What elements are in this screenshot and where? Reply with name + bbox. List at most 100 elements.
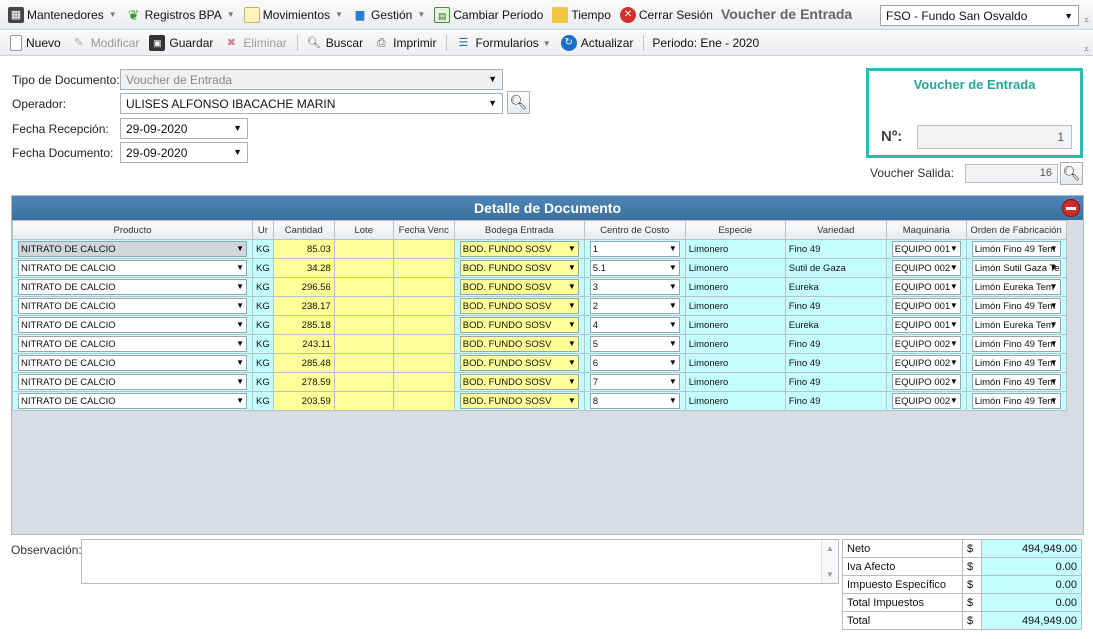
operador-select[interactable]: ULISES ALFONSO IBACACHE MARIN ▼ [120,93,503,114]
company-select[interactable]: FSO - Fundo San Osvaldo ▼ [880,5,1079,26]
maquinaria-select[interactable]: EQUIPO 002 ▼ [891,374,961,390]
column-header[interactable]: Variedad [784,220,887,240]
modificar-button[interactable]: ✎ Modificar [71,35,139,51]
bodega-select[interactable]: BOD. FUNDO SOSV ▼ [459,336,579,352]
bodega-select[interactable]: BOD. FUNDO SOSV ▼ [459,279,579,295]
orden-fabricacion-cell[interactable]: Limón Fino 49 Tem ▼ [965,372,1067,392]
table-row[interactable]: NITRATO DE CALCIO ▼ KG 285.18 BOD. FUNDO SOS… [12,315,1067,335]
column-header[interactable]: Ur [252,220,274,240]
producto-cell[interactable]: NITRATO DE CALCIO ▼ [12,239,253,259]
menu-tiempo[interactable]: Tiempo [552,6,611,23]
column-header[interactable]: Producto [12,220,253,240]
centro-costo-cell[interactable]: 4 ▼ [583,315,686,335]
centro-costo-select[interactable]: 5.1 ▼ [589,260,680,276]
fecha-venc-cell[interactable] [392,277,455,297]
maquinaria-select[interactable]: EQUIPO 002 ▼ [891,355,961,371]
bodega-cell[interactable]: BOD. FUNDO SOSV ▼ [453,277,585,297]
orden-fabricacion-cell[interactable]: Limón Sutil Gaza Te ▼ [965,258,1067,278]
bodega-cell[interactable]: BOD. FUNDO SOSV ▼ [453,239,585,259]
fecha-venc-cell[interactable] [392,296,455,316]
centro-costo-select[interactable]: 7 ▼ [589,374,680,390]
orden-fabricacion-select[interactable]: Limón Fino 49 Tem ▼ [971,241,1061,257]
orden-fabricacion-cell[interactable]: Limón Fino 49 Tem ▼ [965,296,1067,316]
menu-cambiar-periodo[interactable]: ▤ Cambiar Periodo [434,6,543,23]
bodega-cell[interactable]: BOD. FUNDO SOSV ▼ [453,372,585,392]
orden-fabricacion-cell[interactable]: Limón Fino 49 Tem ▼ [965,334,1067,354]
actualizar-button[interactable]: ↻ Actualizar [560,35,633,51]
remove-row-icon[interactable] [1062,199,1080,217]
maquinaria-select[interactable]: EQUIPO 001 ▼ [891,298,961,314]
table-row[interactable]: NITRATO DE CALCIO ▼ KG 34.28 BOD. FUNDO SOSV… [12,258,1067,278]
bodega-select[interactable]: BOD. FUNDO SOSV ▼ [459,241,579,257]
producto-select[interactable]: NITRATO DE CALCIO ▼ [18,374,247,390]
lote-cell[interactable] [333,239,394,259]
bodega-cell[interactable]: BOD. FUNDO SOSV ▼ [453,334,585,354]
lote-cell[interactable] [333,353,394,373]
fecha-venc-cell[interactable] [392,391,455,411]
producto-cell[interactable]: NITRATO DE CALCIO ▼ [12,277,253,297]
table-row[interactable]: NITRATO DE CALCIO ▼ KG 238.17 BOD. FUNDO SOS… [12,296,1067,316]
bodega-select[interactable]: BOD. FUNDO SOSV ▼ [459,298,579,314]
menu-gestion[interactable]: ▆ Gestión ▼ [352,7,426,23]
menu-mantenedores[interactable]: ▦ Mantenedores ▼ [8,6,117,23]
orden-fabricacion-cell[interactable]: Limón Eureka Tem ▼ [965,315,1067,335]
bodega-select[interactable]: BOD. FUNDO SOSV ▼ [459,355,579,371]
producto-select[interactable]: NITRATO DE CALCIO ▼ [18,336,247,352]
maquinaria-select[interactable]: EQUIPO 001 ▼ [891,241,961,257]
cantidad-cell[interactable]: 34.28 [272,258,335,278]
collapse-menubar-icon[interactable]: ⩡ [1084,15,1089,26]
nuevo-button[interactable]: Nuevo [10,35,61,51]
bodega-select[interactable]: BOD. FUNDO SOSV ▼ [459,374,579,390]
producto-cell[interactable]: NITRATO DE CALCIO ▼ [12,391,253,411]
column-header[interactable]: Especie [684,220,786,240]
producto-cell[interactable]: NITRATO DE CALCIO ▼ [12,334,253,354]
orden-fabricacion-select[interactable]: Limón Fino 49 Tem ▼ [971,336,1061,352]
bodega-cell[interactable]: BOD. FUNDO SOSV ▼ [453,353,585,373]
bodega-cell[interactable]: BOD. FUNDO SOSV ▼ [453,315,585,335]
lote-cell[interactable] [333,315,394,335]
cantidad-cell[interactable]: 203.59 [272,391,335,411]
fecha-recepcion-field[interactable]: 29-09-2020 ▼ [120,118,248,139]
cantidad-cell[interactable]: 285.48 [272,353,335,373]
producto-cell[interactable]: NITRATO DE CALCIO ▼ [12,315,253,335]
lote-cell[interactable] [333,334,394,354]
maquinaria-cell[interactable]: EQUIPO 002 ▼ [885,353,967,373]
orden-fabricacion-cell[interactable]: Limón Fino 49 Tem ▼ [965,239,1067,259]
cantidad-cell[interactable]: 243.11 [272,334,335,354]
table-row[interactable]: NITRATO DE CALCIO ▼ KG 285.48 BOD. FUNDO SOS… [12,353,1067,373]
centro-costo-select[interactable]: 8 ▼ [589,393,680,409]
search-voucher-salida-button[interactable]: 🔍︎ [1060,162,1083,185]
column-header[interactable]: Maquinaria [885,220,967,240]
centro-costo-cell[interactable]: 6 ▼ [583,353,686,373]
table-row[interactable]: NITRATO DE CALCIO ▼ KG 85.03 BOD. FUNDO SOSV… [12,239,1067,259]
orden-fabricacion-select[interactable]: Limón Eureka Tem ▼ [971,317,1061,333]
fecha-venc-cell[interactable] [392,239,455,259]
bodega-cell[interactable]: BOD. FUNDO SOSV ▼ [453,296,585,316]
orden-fabricacion-select[interactable]: Limón Fino 49 Tem ▼ [971,374,1061,390]
lote-cell[interactable] [333,258,394,278]
column-header[interactable]: Cantidad [272,220,335,240]
producto-select[interactable]: NITRATO DE CALCIO ▼ [18,279,247,295]
observacion-scrollbar[interactable]: ▲ ▼ [821,540,838,583]
orden-fabricacion-select[interactable]: Limón Sutil Gaza Te ▼ [971,260,1061,276]
fecha-venc-cell[interactable] [392,258,455,278]
cantidad-cell[interactable]: 285.18 [272,315,335,335]
producto-select[interactable]: NITRATO DE CALCIO ▼ [18,317,247,333]
maquinaria-select[interactable]: EQUIPO 002 ▼ [891,260,961,276]
maquinaria-cell[interactable]: EQUIPO 002 ▼ [885,372,967,392]
lote-cell[interactable] [333,277,394,297]
centro-costo-cell[interactable]: 8 ▼ [583,391,686,411]
fecha-venc-cell[interactable] [392,315,455,335]
bodega-cell[interactable]: BOD. FUNDO SOSV ▼ [453,258,585,278]
centro-costo-select[interactable]: 4 ▼ [589,317,680,333]
orden-fabricacion-cell[interactable]: Limón Eureka Tem ▼ [965,277,1067,297]
producto-cell[interactable]: NITRATO DE CALCIO ▼ [12,353,253,373]
centro-costo-cell[interactable]: 5 ▼ [583,334,686,354]
table-row[interactable]: NITRATO DE CALCIO ▼ KG 296.56 BOD. FUNDO SOS… [12,277,1067,297]
producto-select[interactable]: NITRATO DE CALCIO ▼ [18,298,247,314]
column-header[interactable]: Lote [333,220,394,240]
collapse-toolbar-icon[interactable]: ⩡ [1084,44,1089,55]
cantidad-cell[interactable]: 278.59 [272,372,335,392]
centro-costo-cell[interactable]: 5.1 ▼ [583,258,686,278]
voucher-numero-field[interactable]: 1 [917,125,1072,149]
